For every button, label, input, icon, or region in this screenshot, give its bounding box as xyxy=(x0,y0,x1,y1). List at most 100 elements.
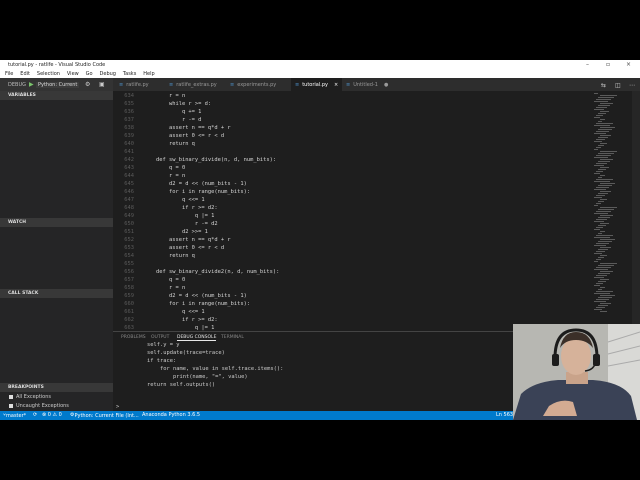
menu-go[interactable]: Go xyxy=(86,71,93,77)
line-number: 658 xyxy=(124,285,134,291)
code-line[interactable]: 648 if r >= d2: xyxy=(113,205,592,213)
menu-selection[interactable]: Selection xyxy=(37,71,60,77)
minimap-line xyxy=(600,167,609,168)
minimap-line xyxy=(600,199,607,200)
start-debugging-icon[interactable]: ▶ xyxy=(29,81,34,88)
code-line[interactable]: 655 xyxy=(113,261,592,269)
menu-view[interactable]: View xyxy=(67,71,79,77)
code-line[interactable]: 634 r = n xyxy=(113,93,592,101)
minimap-line xyxy=(600,239,615,240)
close-tab-icon[interactable]: × xyxy=(334,82,338,88)
menu-file[interactable]: File xyxy=(5,71,13,77)
code-line[interactable]: 635 while r >= d: xyxy=(113,101,592,109)
code-line[interactable]: 658 r = n xyxy=(113,285,592,293)
line-number: 647 xyxy=(124,197,134,203)
minimap-line xyxy=(596,283,603,284)
code-line[interactable]: 654 return q xyxy=(113,253,592,261)
code-line[interactable]: 642 def sw_binary_divide(n, d, num_bits)… xyxy=(113,157,592,165)
section-call-stack[interactable]: CALL STACK xyxy=(0,289,113,298)
console-prompt[interactable]: > xyxy=(116,404,119,410)
maximize-icon[interactable]: ▫ xyxy=(606,61,610,68)
code-line[interactable]: 652 assert n == q*d + r xyxy=(113,237,592,245)
editor-scrollbar[interactable] xyxy=(632,91,640,331)
tab-tutorial[interactable]: ≡ tutorial.py × xyxy=(291,78,343,91)
tab-untitled-1[interactable]: ≡ Untitled-1 ● xyxy=(342,78,393,91)
minimap-line xyxy=(598,289,602,290)
cursor-position[interactable]: Ln 563 xyxy=(496,412,513,418)
window-title: tutorial.py - ratlife - Visual Studio Co… xyxy=(8,62,106,68)
minimap-line xyxy=(596,307,605,308)
tab-debug-console[interactable]: DEBUG CONSOLE xyxy=(177,335,217,341)
breakpoint-uncaught-exceptions[interactable]: Uncaught Exceptions xyxy=(9,403,69,409)
code-line[interactable]: 645 d2 = d << (num_bits - 1) xyxy=(113,181,592,189)
minimap-line xyxy=(600,127,615,128)
code-line[interactable]: 644 r = n xyxy=(113,173,592,181)
menu-debug[interactable]: Debug xyxy=(100,71,116,77)
menu-help[interactable]: Help xyxy=(143,71,154,77)
minimap-line xyxy=(600,295,615,296)
code-line[interactable]: 653 assert 0 <= r < d xyxy=(113,245,592,253)
line-number: 652 xyxy=(124,237,134,243)
checkbox-icon[interactable] xyxy=(9,394,13,399)
code-line[interactable]: 636 q += 1 xyxy=(113,109,592,117)
minimap[interactable] xyxy=(592,91,632,331)
code-text: def sw_binary_divide2(n, d, num_bits): xyxy=(143,269,280,275)
minimap-line xyxy=(594,309,602,310)
code-line[interactable]: 646 for i in range(num_bits): xyxy=(113,189,592,197)
code-text: r = n xyxy=(143,285,186,291)
branch-indicator[interactable]: ⑂ master* xyxy=(3,412,26,419)
code-line[interactable]: 649 q |= 1 xyxy=(113,213,592,221)
code-line[interactable]: 638 assert n == q*d + r xyxy=(113,125,592,133)
debug-console-icon[interactable]: ▣ xyxy=(99,81,105,88)
line-number: 651 xyxy=(124,229,134,235)
sync-icon[interactable]: ⟳ xyxy=(33,412,37,418)
menu-tasks[interactable]: Tasks xyxy=(123,71,136,77)
close-icon[interactable]: × xyxy=(626,61,631,68)
code-editor[interactable]: 634 r = n 635 while r >= d: 636 q += 1 637 … xyxy=(113,91,592,331)
more-actions-icon[interactable]: ⋯ xyxy=(629,82,635,89)
breakpoint-all-exceptions[interactable]: All Exceptions xyxy=(9,394,51,400)
code-text: for i in range(num_bits): xyxy=(143,189,251,195)
code-line[interactable]: 647 q <<= 1 xyxy=(113,197,592,205)
tab-problems[interactable]: PROBLEMS xyxy=(121,335,146,340)
code-line[interactable]: 637 r -= d xyxy=(113,117,592,125)
split-editor-icon[interactable]: ◫ xyxy=(615,82,621,89)
code-line[interactable]: 640 return q xyxy=(113,141,592,149)
code-line[interactable]: 643 q = 0 xyxy=(113,165,592,173)
code-line[interactable]: 650 r -= d2 xyxy=(113,221,592,229)
section-breakpoints[interactable]: BREAKPOINTS xyxy=(0,383,113,392)
menu-edit[interactable]: Edit xyxy=(20,71,30,77)
code-line[interactable]: 656 def sw_binary_divide2(n, d, num_bits… xyxy=(113,269,592,277)
code-line[interactable]: 657 q = 0 xyxy=(113,277,592,285)
code-line[interactable]: 661 q <<= 1 xyxy=(113,309,592,317)
code-line[interactable]: 660 for i in range(num_bits): xyxy=(113,301,592,309)
checkbox-icon[interactable] xyxy=(9,403,13,408)
run-config[interactable]: ⚙ Python: Current File (Int... xyxy=(70,412,139,419)
tab-ratlife-extras[interactable]: ≡ ratlife_extras.py xyxy=(165,78,221,91)
problems-counter[interactable]: ⊗ 0 ⚠ 0 xyxy=(42,412,62,418)
console-line: self.update(trace=trace) xyxy=(147,350,225,356)
code-line[interactable]: 651 d2 >>= 1 xyxy=(113,229,592,237)
minimap-line xyxy=(598,209,614,210)
tab-ratlife[interactable]: ≡ ratlife.py xyxy=(115,78,153,91)
debug-config-select[interactable]: Python: Current xyxy=(36,82,80,88)
code-line[interactable]: 659 d2 = d << (num_bits - 1) xyxy=(113,293,592,301)
tab-experiments[interactable]: ≡ experiments.py xyxy=(226,78,281,91)
python-interpreter[interactable]: Anaconda Python 3.6.5 xyxy=(142,412,200,418)
minimap-line xyxy=(600,255,607,256)
minimap-line xyxy=(594,205,598,206)
minimap-line xyxy=(594,293,610,294)
open-changes-icon[interactable]: ⇆ xyxy=(601,82,606,89)
minimap-line xyxy=(600,271,613,272)
section-variables[interactable]: VARIABLES xyxy=(0,91,113,100)
tab-output[interactable]: OUTPUT xyxy=(151,335,169,340)
code-line[interactable]: 639 assert 0 <= r < d xyxy=(113,133,592,141)
gear-icon[interactable]: ⚙ xyxy=(85,81,90,88)
section-watch[interactable]: WATCH xyxy=(0,218,113,227)
tab-terminal[interactable]: TERMINAL xyxy=(221,335,244,340)
minimap-line xyxy=(594,157,608,158)
minimize-icon[interactable]: – xyxy=(586,61,589,68)
code-text: q <<= 1 xyxy=(143,309,205,315)
debug-console[interactable]: self.y = y self.update(trace=trace) if t… xyxy=(113,342,513,411)
code-line[interactable]: 641 xyxy=(113,149,592,157)
